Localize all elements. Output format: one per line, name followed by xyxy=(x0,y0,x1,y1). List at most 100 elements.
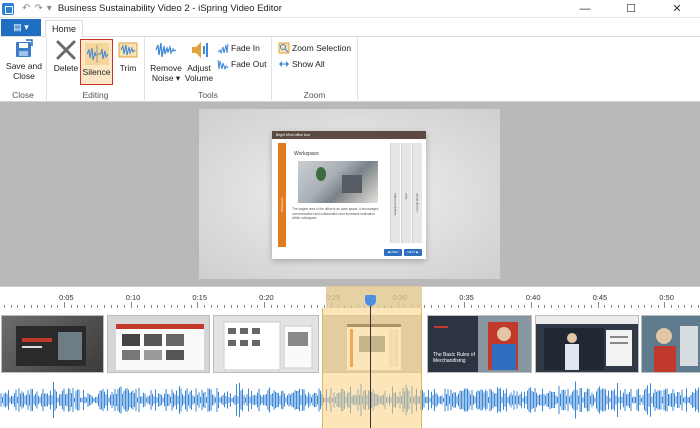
ruler-tick xyxy=(671,305,672,308)
playhead-line xyxy=(370,296,371,428)
save-icon xyxy=(16,39,33,57)
video-preview[interactable]: Bright Mind office tour Workspace Worksp… xyxy=(199,109,500,279)
ruler-tick xyxy=(110,305,112,308)
slide-tab-1: Awards & Coffee xyxy=(390,143,400,243)
show-all-button[interactable]: Show All xyxy=(278,57,325,71)
close-group: Save and Close Close xyxy=(0,37,47,102)
file-menu-button[interactable]: ▤ ▾ xyxy=(1,19,41,36)
ruler-tick xyxy=(530,302,532,308)
ruler-tick xyxy=(257,305,259,308)
ruler-tick xyxy=(157,305,159,308)
ruler-tick xyxy=(137,305,139,308)
ruler-tick xyxy=(524,305,526,308)
remove-noise-button[interactable]: Remove Noise ▾ xyxy=(149,39,183,83)
silence-button[interactable]: Silence xyxy=(80,39,113,85)
ruler-tick xyxy=(150,305,152,308)
ruler-tick xyxy=(177,305,179,308)
fade-out-button[interactable]: Fade Out xyxy=(217,57,266,71)
slide-prev-button: ◀ PREV xyxy=(384,249,402,256)
ruler-tick xyxy=(457,305,459,308)
adjust-volume-label-1: Adjust xyxy=(187,63,211,73)
trim-label: Trim xyxy=(119,63,137,73)
ruler-tick xyxy=(497,305,499,308)
adjust-volume-button[interactable]: Adjust Volume xyxy=(183,39,215,83)
adjust-volume-label-2: Volume xyxy=(184,73,214,83)
maximize-button[interactable]: ☐ xyxy=(608,0,654,18)
fade-out-label: Fade Out xyxy=(231,59,267,69)
timeline-selection[interactable] xyxy=(322,308,422,428)
ruler-tick xyxy=(304,305,306,308)
ruler-tick xyxy=(10,305,12,308)
ruler-tick-label: 0:45 xyxy=(592,293,608,302)
ruler-tick xyxy=(50,305,52,308)
ruler-tick xyxy=(4,305,5,308)
preview-area: Bright Mind office tour Workspace Worksp… xyxy=(0,102,700,286)
close-group-label: Close xyxy=(12,90,34,100)
remove-noise-label-2: Noise ▾ xyxy=(151,73,181,83)
ruler-tick xyxy=(297,305,299,308)
playhead-handle[interactable] xyxy=(365,295,376,306)
ruler-tick-label: 0:35 xyxy=(459,293,474,302)
slide-tab-2-label: Gym xyxy=(404,193,408,200)
ruler-tick xyxy=(224,305,226,308)
frame-2-graphic xyxy=(116,324,204,370)
remove-noise-label-1: Remove xyxy=(150,63,182,73)
ruler-tick-label: 0:20 xyxy=(259,293,274,302)
ruler-tick xyxy=(97,305,99,308)
slide-header: Bright Mind office tour xyxy=(272,131,426,139)
ruler-tick-label: 0:40 xyxy=(525,293,541,302)
ruler-tick-label: 0:10 xyxy=(125,293,141,302)
ruler-tick xyxy=(517,305,519,308)
ruler-tick xyxy=(504,305,506,308)
undo-icon[interactable]: ↶ xyxy=(22,3,30,14)
ruler-tick xyxy=(597,302,599,308)
redo-icon[interactable]: ↷ xyxy=(34,3,42,14)
ruler-tick xyxy=(117,305,119,308)
ruler-tick xyxy=(450,305,452,308)
close-button[interactable]: ✕ xyxy=(654,0,700,18)
save-and-close-button[interactable]: Save and Close xyxy=(4,39,44,81)
delete-button[interactable]: Delete xyxy=(51,39,81,73)
ruler-tick xyxy=(237,305,239,308)
ruler-tick xyxy=(230,305,232,308)
frame-5-graphic xyxy=(428,316,531,372)
ruler-tick xyxy=(204,305,206,308)
title-bar: ↶ ↷ ▾ Business Sustainability Video 2 - … xyxy=(0,0,700,18)
ruler-tick xyxy=(84,305,86,308)
remove-noise-icon xyxy=(155,42,177,58)
minimize-button[interactable]: — xyxy=(562,0,608,18)
ruler-tick xyxy=(444,305,446,308)
trim-button[interactable]: Trim xyxy=(115,39,141,73)
fade-in-button[interactable]: Fade In xyxy=(217,41,260,55)
ruler-tick xyxy=(170,305,172,308)
ruler-tick xyxy=(210,305,212,308)
slide-tab-3: Lounge Room xyxy=(412,143,422,243)
silence-label: Silence xyxy=(82,67,111,77)
ruler-tick xyxy=(650,305,652,308)
slide-thumbnail: Bright Mind office tour Workspace Worksp… xyxy=(272,131,426,259)
ruler-tick xyxy=(30,305,32,308)
zoom-group-label: Zoom xyxy=(303,90,326,100)
ruler-tick xyxy=(164,305,166,308)
delete-icon xyxy=(56,40,76,60)
ruler-tick xyxy=(544,305,546,308)
ruler-tick xyxy=(577,305,579,308)
silence-icon xyxy=(84,43,109,65)
frame-3-graphic xyxy=(223,321,313,371)
ruler-tick-label: 0:15 xyxy=(192,293,207,302)
customize-toolbar-icon[interactable]: ▾ xyxy=(47,3,52,14)
ruler-tick xyxy=(570,305,572,308)
ruler-tick xyxy=(270,305,272,308)
tab-home[interactable]: Home xyxy=(45,20,83,38)
zoom-selection-button[interactable]: Zoom Selection xyxy=(278,41,351,55)
ruler-tick xyxy=(510,305,512,308)
frame-thumbnail xyxy=(107,315,210,373)
slide-body-text: The largest area in the office is an ope… xyxy=(292,207,379,220)
ruler-tick xyxy=(477,305,479,308)
slide-photo xyxy=(298,161,378,203)
zoom-selection-icon xyxy=(278,42,290,54)
show-all-label: Show All xyxy=(292,59,325,69)
frame-thumbnail xyxy=(641,315,700,373)
ruler-tick xyxy=(244,305,246,308)
ruler-tick xyxy=(484,305,486,308)
